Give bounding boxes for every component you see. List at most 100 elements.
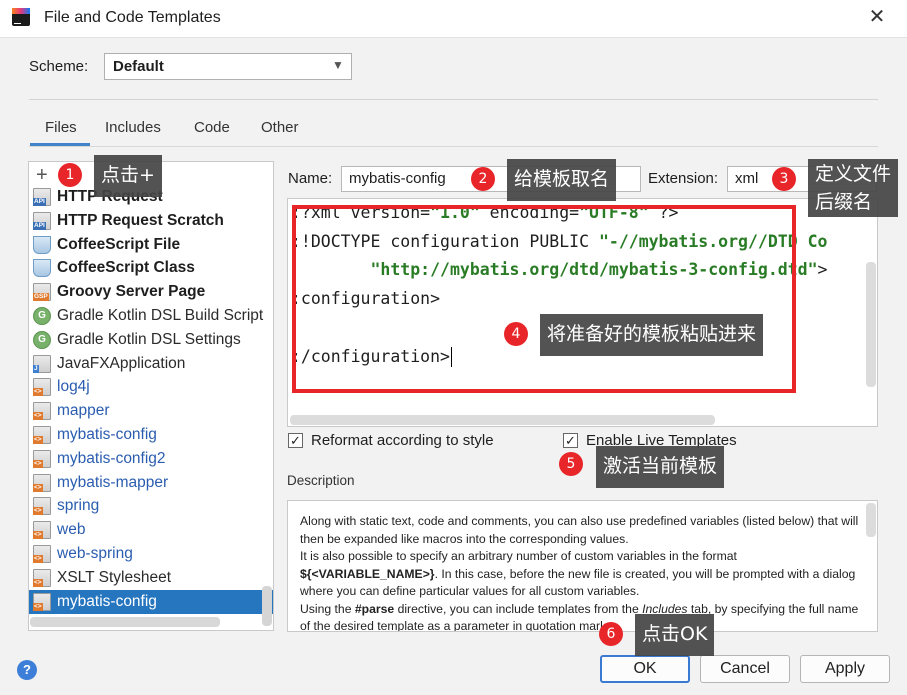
template-list-item-label: Gradle Kotlin DSL Settings xyxy=(57,330,241,348)
api-file-icon: API xyxy=(33,188,51,206)
template-list-item-label: CoffeeScript File xyxy=(57,235,181,253)
file-type-tag: <> xyxy=(33,388,43,397)
callout-5: 激活当前模板 xyxy=(596,446,725,488)
cancel-button[interactable]: Cancel xyxy=(700,655,790,683)
file-type-tag: <> xyxy=(33,459,43,468)
template-list-item-label: mapper xyxy=(57,402,110,420)
template-list-item[interactable]: <> web xyxy=(29,518,273,542)
template-list-hscrollbar[interactable] xyxy=(30,617,220,627)
template-list-item[interactable]: CoffeeScript File xyxy=(29,233,273,257)
file-type-tag: <> xyxy=(33,483,43,492)
coffee-cup-icon xyxy=(33,235,51,254)
step-badge-4: 4 xyxy=(504,322,528,346)
description-label: Description xyxy=(287,473,355,488)
template-list-item-label: mybatis-config xyxy=(57,592,157,610)
add-template-button[interactable]: + xyxy=(36,164,48,187)
xml-file-icon: <> xyxy=(33,449,51,468)
template-list-item[interactable]: <> log4j xyxy=(29,375,273,399)
coffee-cup-icon xyxy=(33,259,51,278)
callout-6: 点击OK xyxy=(635,614,715,656)
help-icon[interactable]: ? xyxy=(17,660,37,680)
callout-3: 定义文件 后缀名 xyxy=(808,159,899,217)
file-type-tag: <> xyxy=(33,436,43,444)
template-list-item[interactable]: <> mapper xyxy=(29,399,273,423)
xml-file-icon: <> xyxy=(33,497,51,516)
reformat-checkbox[interactable]: ✓ xyxy=(288,433,303,448)
file-type-tag: J xyxy=(33,364,39,373)
window-title: File and Code Templates xyxy=(44,9,221,26)
template-list-item-label: mybatis-config2 xyxy=(57,449,166,467)
template-list-item[interactable]: G Gradle Kotlin DSL Settings xyxy=(29,328,273,352)
step-badge-3: 3 xyxy=(772,167,796,191)
ok-button[interactable]: OK xyxy=(600,655,690,683)
description-scrollbar[interactable] xyxy=(866,503,876,537)
template-list-item-label: CoffeeScript Class xyxy=(57,259,195,277)
template-list-item-label: Gradle Kotlin DSL Build Script xyxy=(57,307,264,324)
template-list-item-label: mybatis-mapper xyxy=(57,473,169,491)
file-type-tag: <> xyxy=(33,412,43,421)
tab-files[interactable]: Files xyxy=(45,119,77,136)
template-list-item-label: spring xyxy=(57,497,100,515)
step-badge-5: 5 xyxy=(559,452,583,476)
xml-file-icon: <> xyxy=(33,378,51,397)
callout-4: 将准备好的模板粘贴进来 xyxy=(540,314,764,356)
file-type-tag: <> xyxy=(33,578,43,587)
api-file-icon: API xyxy=(33,211,51,230)
xml-file-icon: <> xyxy=(33,545,51,563)
code-text: > xyxy=(817,260,828,280)
paste-area-highlight xyxy=(292,205,796,393)
file-type-tag: <> xyxy=(33,507,43,516)
template-list-item[interactable]: <> web-spring xyxy=(29,542,273,566)
template-list-item-label: log4j xyxy=(57,378,90,396)
callout-2: 给模板取名 xyxy=(507,159,617,201)
xml-file-icon: <> xyxy=(33,592,51,611)
tab-other[interactable]: Other xyxy=(261,119,299,136)
template-list-scrollbar[interactable] xyxy=(262,586,272,626)
template-list-item-label: JavaFXApplication xyxy=(57,354,186,372)
template-list-item[interactable]: <> mybatis-config2 xyxy=(29,447,273,471)
apply-button[interactable]: Apply xyxy=(800,655,890,683)
xml-file-icon: <> xyxy=(33,473,51,492)
tab-includes[interactable]: Includes xyxy=(105,119,161,136)
divider xyxy=(29,146,878,147)
file-type-tag: GSP xyxy=(33,293,49,302)
extension-label: Extension: xyxy=(648,170,719,187)
gradle-icon: G xyxy=(33,330,51,349)
template-list-item[interactable]: <> mybatis-mapper xyxy=(29,471,273,495)
description-text: Along with static text, code and comment… xyxy=(300,514,859,632)
template-list-item-label: HTTP Request Scratch xyxy=(57,211,224,229)
template-list-item[interactable]: CoffeeScript Class xyxy=(29,256,273,280)
file-type-tag: <> xyxy=(33,602,43,611)
gsp-file-icon: GSP xyxy=(33,283,51,302)
editor-scrollbar[interactable] xyxy=(866,262,876,387)
template-list-item[interactable]: <> XSLT Stylesheet xyxy=(29,566,273,590)
file-type-tag: <> xyxy=(33,531,43,540)
file-type-tag: API xyxy=(33,198,46,206)
callout-1: 点击+ xyxy=(94,155,162,197)
template-list-item[interactable]: <> mybatis-config xyxy=(29,589,273,614)
file-type-tag: API xyxy=(33,221,46,230)
template-list-item[interactable]: API HTTP Request Scratch xyxy=(29,209,273,233)
xml-file-icon: <> xyxy=(33,426,51,444)
file-type-tag: <> xyxy=(33,555,43,563)
name-label: Name: xyxy=(288,170,333,187)
template-list-item[interactable]: G Gradle Kotlin DSL Build Script xyxy=(29,304,273,328)
chevron-down-icon[interactable]: ▼ xyxy=(330,55,346,75)
xml-file-icon: <> xyxy=(33,521,51,540)
close-icon[interactable]: ✕ xyxy=(866,6,888,28)
template-list-item[interactable]: <> spring xyxy=(29,494,273,518)
editor-hscrollbar[interactable] xyxy=(290,415,715,425)
description-panel: Along with static text, code and comment… xyxy=(287,500,878,632)
reformat-label: Reformat according to style xyxy=(311,432,494,449)
scheme-select[interactable]: Default xyxy=(104,53,352,80)
template-list-item-label: Groovy Server Page xyxy=(57,283,206,301)
template-list[interactable]: APIHTTP RequestAPIHTTP Request ScratchCo… xyxy=(28,161,274,631)
scheme-label: Scheme: xyxy=(29,58,89,75)
live-templates-checkbox[interactable]: ✓ xyxy=(563,433,578,448)
xml-file-icon: <> xyxy=(33,568,51,587)
template-list-item[interactable]: <> mybatis-config xyxy=(29,423,273,447)
template-list-item[interactable]: GSP Groovy Server Page xyxy=(29,280,273,304)
tab-code[interactable]: Code xyxy=(194,119,230,136)
template-list-item-label: XSLT Stylesheet xyxy=(57,568,172,586)
template-list-item[interactable]: J JavaFXApplication xyxy=(29,352,273,376)
